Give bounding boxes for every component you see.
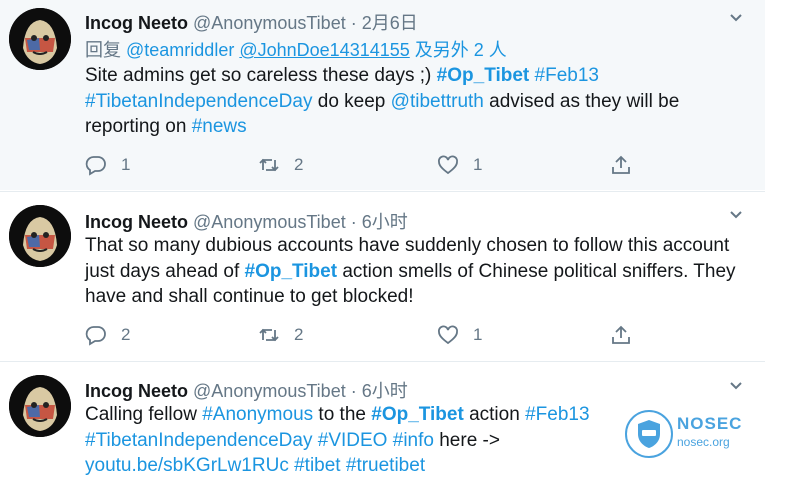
url-link[interactable]: youtu.be/sbKGrLw1RUc (85, 455, 289, 476)
separator-dot: · (350, 13, 357, 33)
tweet-2[interactable]: Incog Neeto @AnonymousTibet · 6小时 That s… (0, 192, 765, 360)
avatar[interactable] (9, 205, 71, 267)
reply-context: 回复 @teamriddler @JohnDoe14314155 及另外 2 人 (85, 36, 507, 62)
reply-prefix: 回复 (85, 40, 121, 60)
tweet-text: That so many dubious accounts have sudde… (85, 233, 750, 310)
reply-button[interactable]: 2 (85, 322, 130, 348)
tweet-header: Incog Neeto @AnonymousTibet · 2月6日 (85, 9, 418, 35)
mention-link[interactable]: @JohnDoe14314155 (239, 40, 409, 60)
like-button[interactable]: 1 (437, 152, 482, 178)
hashtag-link[interactable]: #Anonymous (202, 404, 313, 425)
timestamp[interactable]: 6小时 (362, 381, 408, 401)
hashtag-link[interactable]: #Op_Tibet (371, 404, 464, 425)
display-name[interactable]: Incog Neeto (85, 13, 188, 33)
shield-icon (638, 420, 660, 448)
hashtag-link[interactable]: #TibetanIndependenceDay (85, 430, 312, 451)
tweet-text: Site admins get so careless these days ;… (85, 63, 750, 140)
user-handle[interactable]: @AnonymousTibet (193, 212, 346, 232)
heart-icon (438, 155, 458, 175)
share-button[interactable] (610, 322, 646, 348)
mention-link[interactable]: @teamriddler (126, 40, 234, 60)
avatar[interactable] (9, 375, 71, 437)
hashtag-link[interactable]: #Op_Tibet (437, 65, 530, 86)
display-name[interactable]: Incog Neeto (85, 212, 188, 232)
retweet-count: 2 (294, 325, 304, 344)
text-segment: Calling fellow (85, 404, 203, 425)
text-segment: Site admins get so careless these days ;… (85, 65, 437, 86)
watermark-logo (625, 410, 673, 458)
user-handle[interactable]: @AnonymousTibet (193, 13, 346, 33)
retweet-button[interactable]: 2 (258, 322, 303, 348)
reply-count: 2 (121, 325, 131, 344)
share-icon (612, 155, 630, 174)
hashtag-link[interactable]: #truetibet (346, 455, 425, 476)
reply-icon (85, 156, 106, 176)
hashtag-link[interactable]: #Op_Tibet (245, 261, 338, 282)
timestamp[interactable]: 6小时 (362, 212, 408, 232)
hashtag-link[interactable]: #tibet (294, 455, 340, 476)
text-segment: here -> (433, 429, 500, 451)
chevron-down-icon[interactable] (729, 11, 743, 25)
like-count: 1 (473, 325, 483, 344)
reply-count: 1 (121, 155, 131, 174)
hashtag-link[interactable]: #VIDEO (318, 430, 388, 451)
text-segment: action (463, 404, 526, 425)
reply-icon (85, 326, 106, 346)
retweet-icon (259, 328, 279, 342)
share-icon (612, 325, 630, 344)
hashtag-link[interactable]: #Feb13 (525, 404, 589, 425)
watermark-title: NOSEC (677, 414, 743, 433)
like-button[interactable]: 1 (437, 322, 482, 348)
reply-button[interactable]: 1 (85, 152, 130, 178)
tweet-1[interactable]: Incog Neeto @AnonymousTibet · 2月6日 回复 @t… (0, 0, 765, 190)
hashtag-link[interactable]: #Feb13 (535, 65, 599, 86)
display-name[interactable]: Incog Neeto (85, 381, 188, 401)
text-segment: do keep (312, 90, 391, 112)
others-link[interactable]: 及另外 2 人 (415, 40, 507, 60)
separator-dot: · (350, 381, 357, 401)
share-button[interactable] (610, 152, 646, 178)
hashtag-link[interactable]: #TibetanIndependenceDay (85, 91, 312, 112)
tweet-header: Incog Neeto @AnonymousTibet · 6小时 (85, 208, 408, 234)
tweet-header: Incog Neeto @AnonymousTibet · 6小时 (85, 377, 408, 403)
chevron-down-icon[interactable] (729, 208, 743, 222)
like-count: 1 (473, 155, 483, 174)
heart-icon (438, 325, 458, 345)
tweet-actions: 2 2 1 (85, 322, 645, 348)
retweet-count: 2 (294, 155, 304, 174)
text-segment: to the (313, 404, 372, 425)
hashtag-link[interactable]: #info (393, 430, 434, 451)
avatar[interactable] (9, 8, 71, 70)
chevron-down-icon[interactable] (729, 379, 743, 393)
hashtag-link[interactable]: #news (192, 116, 247, 137)
retweet-button[interactable]: 2 (258, 152, 303, 178)
mention-link[interactable]: @tibettruth (391, 91, 484, 112)
timestamp[interactable]: 2月6日 (362, 13, 418, 33)
tweet-actions: 1 2 1 (85, 152, 645, 178)
user-handle[interactable]: @AnonymousTibet (193, 381, 346, 401)
watermark-subtitle: nosec.org (677, 435, 730, 449)
retweet-icon (259, 158, 279, 172)
separator-dot: · (350, 212, 357, 232)
watermark: NOSEC nosec.org (625, 410, 775, 460)
